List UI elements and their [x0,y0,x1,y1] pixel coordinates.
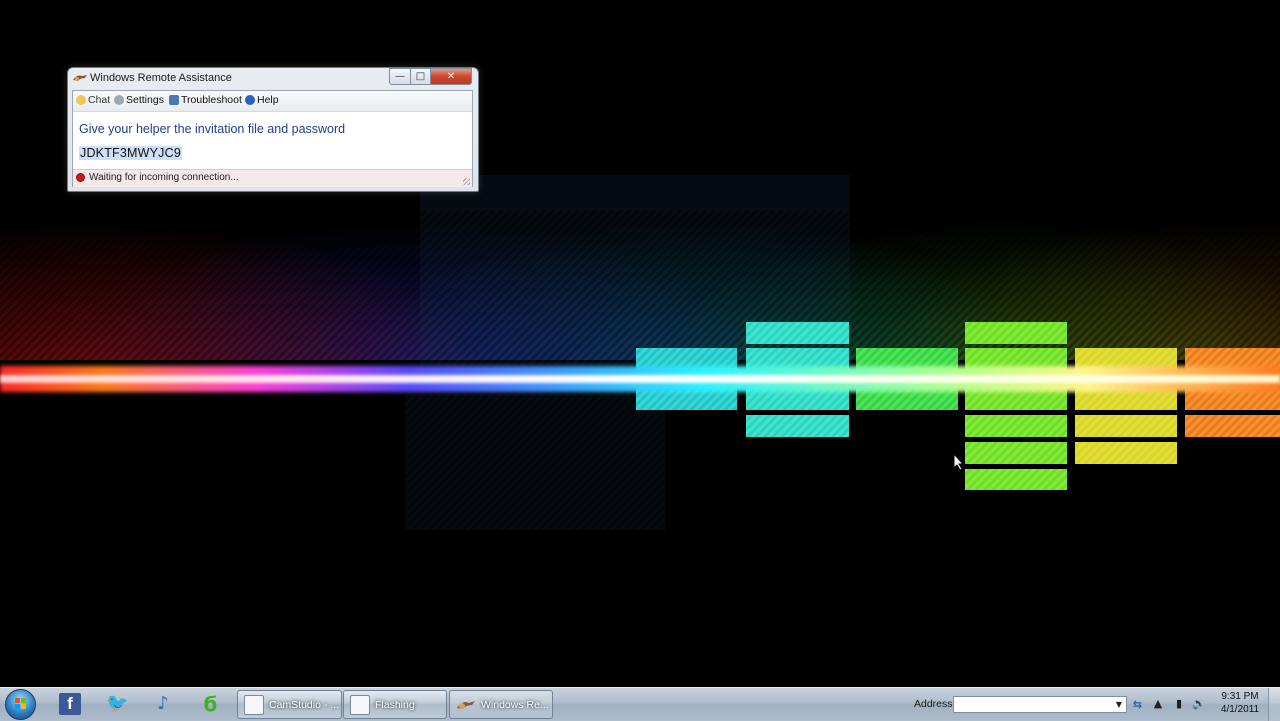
remote-assistance-window[interactable]: Windows Remote Assistance — □ ✕ Chat Set… [67,67,479,192]
status-bar: Waiting for incoming connection... [73,169,472,187]
twitter-icon[interactable]: 🐦 [106,693,128,715]
taskbar-button-label: Windows Re... [481,699,549,711]
windows-logo-icon [15,698,27,710]
show-hidden-icons-icon[interactable]: ▲ [1152,696,1164,712]
clock-date: 4/1/2011 [1220,704,1260,715]
taskbar-button-label: Flashing [375,699,415,711]
invitation-password[interactable]: JDKTF3MWYJC9 [79,146,183,160]
wallpaper-light-core [0,375,1280,383]
troubleshoot-label: Troubleshoot [181,94,242,106]
address-toolbar-label: Address [914,698,953,710]
instruction-message: Give your helper the invitation file and… [79,122,346,136]
help-label: Help [257,94,279,106]
chat-icon [76,95,86,105]
go-arrow-icon[interactable]: ⇆ [1129,696,1146,713]
window-client-area: Chat Settings Troubleshoot Help Give you… [72,90,473,187]
window-titlebar[interactable]: Windows Remote Assistance — □ ✕ [68,68,478,89]
wallpaper-block [1075,442,1177,464]
resize-grip[interactable] [463,178,470,185]
chat-label: Chat [88,94,111,106]
settings-button[interactable]: Settings [114,94,164,106]
volume-icon[interactable]: 🔊 [1192,696,1206,712]
status-error-icon [76,173,85,182]
help-button[interactable]: Help [245,94,279,106]
wallpaper-block [1075,415,1177,437]
start-button[interactable] [5,689,36,720]
wallpaper-block [965,442,1067,464]
system-clock[interactable]: 9:31 PM 4/1/2011 [1216,690,1264,716]
chat-button[interactable]: Chat [76,94,110,106]
help-icon [245,95,255,105]
camstudio-icon [244,695,264,715]
taskbar-button-remote-assistance[interactable]: Windows Re... [449,690,553,719]
facebook-icon[interactable]: f [59,693,81,715]
show-desktop-button[interactable] [1268,688,1280,721]
taskbar-button-label: CamStudio - ... [269,699,340,711]
taskbar-button-flashing[interactable]: Flashing [343,690,447,719]
clock-time: 9:31 PM [1221,691,1259,702]
taskbar: f 🐦 ♪ ϭ CamStudio - ... Flashing Windows… [0,687,1280,721]
itunes-icon[interactable]: ♪ [152,693,174,715]
gear-icon [114,95,124,105]
wallpaper-block [746,322,849,344]
wallpaper-block [1185,415,1280,437]
maximize-button[interactable]: □ [410,68,431,85]
taskbar-button-camstudio[interactable]: CamStudio - ... [237,690,342,719]
remote-assistance-app-icon [73,75,87,81]
flashing-app-icon [350,695,370,715]
wallpaper-block [965,415,1067,437]
close-button[interactable]: ✕ [430,68,472,85]
troubleshoot-icon [169,95,179,105]
green-app-icon[interactable]: ϭ [199,693,221,715]
remote-assistance-app-icon [457,701,475,709]
wallpaper-block [746,415,849,437]
address-input[interactable] [953,696,1127,713]
status-text: Waiting for incoming connection... [89,172,239,183]
chevron-down-icon[interactable]: ▼ [1113,698,1125,711]
settings-label: Settings [126,94,164,106]
mouse-cursor-icon [953,453,965,471]
window-title: Windows Remote Assistance [90,72,232,84]
troubleshoot-button[interactable]: Troubleshoot [169,94,242,106]
minimize-button[interactable]: — [389,68,411,85]
network-icon[interactable]: ▮ [1172,696,1186,712]
wallpaper-block [965,469,1067,490]
window-toolbar: Chat Settings Troubleshoot Help [73,91,472,112]
wallpaper-block [965,322,1067,344]
